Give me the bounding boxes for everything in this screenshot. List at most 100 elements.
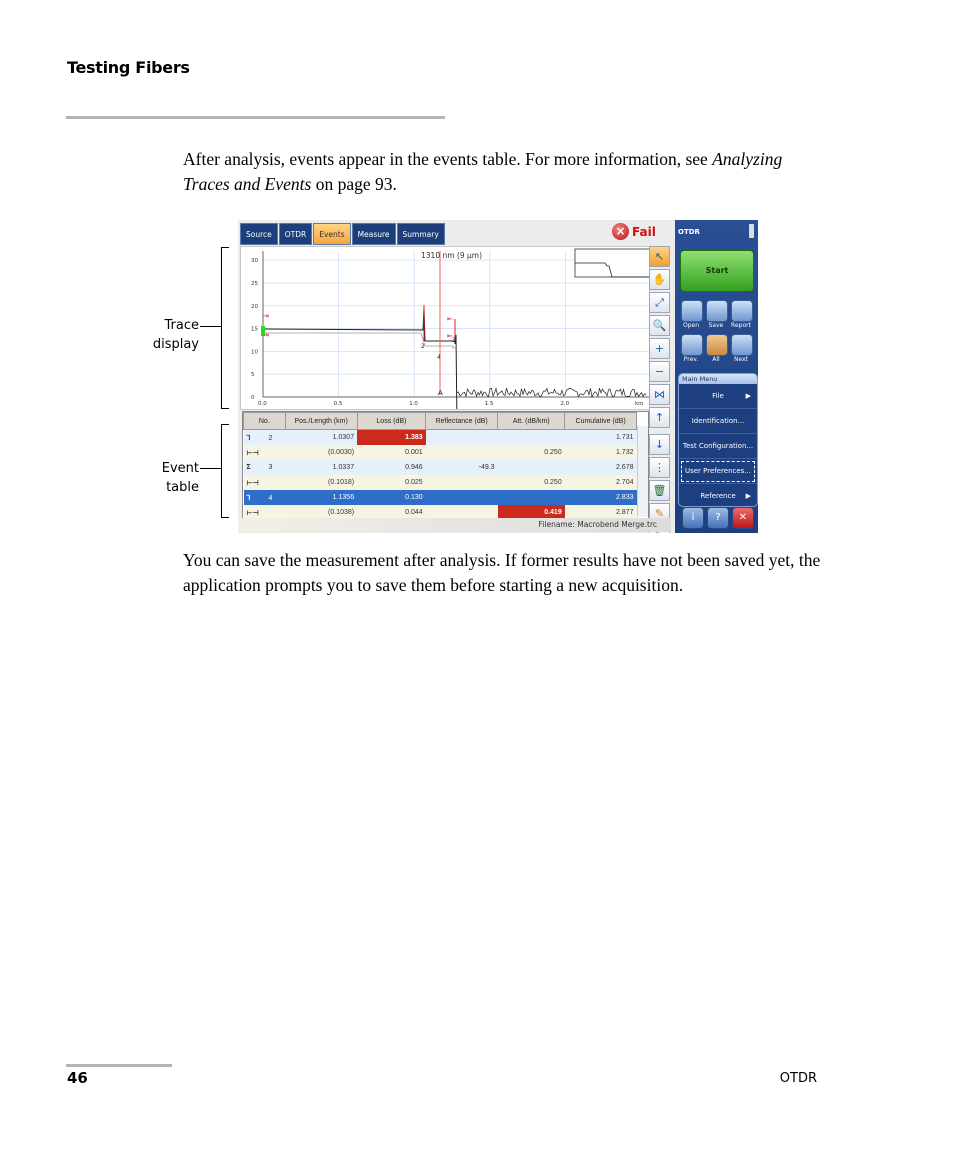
footer-doc-title: OTDR xyxy=(779,1071,817,1086)
table-row[interactable]: ⊢⊣ (0.1018) 0.025 0.250 2.704 xyxy=(243,475,637,490)
cell-no: ⅂ 4 xyxy=(243,490,286,505)
report-label: Report xyxy=(731,322,751,329)
tab-measure[interactable]: Measure xyxy=(351,223,396,245)
menu-item-user-preferences[interactable]: User Preferences... xyxy=(679,459,757,484)
delete-event-tool-icon[interactable]: 🗑 xyxy=(649,480,670,501)
y-tick-label: 25 xyxy=(251,281,258,287)
cell-att xyxy=(497,429,565,445)
tab-summary[interactable]: Summary xyxy=(396,223,445,245)
battery-icon xyxy=(749,224,754,238)
callout-trace-display: Trace display xyxy=(140,316,199,354)
zoom-in-tool-icon[interactable]: + xyxy=(649,338,670,359)
insert-event-tool-icon[interactable]: ⋮ xyxy=(649,457,670,478)
y-tick-label: 10 xyxy=(251,349,258,355)
submenu-arrow-icon: ▶ xyxy=(745,392,751,400)
x-tick-label: 0.0 xyxy=(258,401,267,407)
header-rule xyxy=(66,116,445,119)
otdr-screenshot: Source OTDR Events Measure Summary × Fai… xyxy=(238,220,758,533)
tab-source[interactable]: Source xyxy=(240,223,278,245)
table-row[interactable]: ⅂ 2 1.0307 1.383 1.731 xyxy=(243,429,637,445)
help-icon[interactable]: ? xyxy=(707,507,729,529)
cell-loss: 1.383 xyxy=(357,429,426,445)
cell-reflectance: -49.3 xyxy=(425,460,498,475)
tab-otdr[interactable]: OTDR xyxy=(278,223,313,245)
main-menu: Main Menu File ▶ Identification... Test C… xyxy=(678,373,758,507)
menu-item-label: File xyxy=(712,392,724,400)
col-no[interactable]: No. xyxy=(243,412,286,430)
scroll-up-tool-icon[interactable]: ↑ xyxy=(649,407,670,428)
scroll-down-tool-icon[interactable]: ↓ xyxy=(649,434,670,455)
y-tick-label: 0 xyxy=(251,395,255,401)
non-reflective-icon: ⅂ xyxy=(246,434,251,442)
col-loss[interactable]: Loss (dB) xyxy=(356,412,427,430)
zoom-fit-tool-icon[interactable]: ⤢ xyxy=(649,292,670,313)
table-row[interactable]: Σ 3 1.0337 0.946 -49.3 2.678 xyxy=(243,460,637,475)
marker-a-label: A xyxy=(438,389,443,397)
exit-icon[interactable]: ✕ xyxy=(732,507,754,529)
cell-loss: 0.130 xyxy=(357,490,426,505)
span-start-marker-icon[interactable]: ⇥ xyxy=(263,331,269,339)
event-number: 2 xyxy=(268,434,273,442)
callout-text: table xyxy=(166,480,199,495)
trace-display[interactable]: 0.0 0.5 1.0 1.5 2.0 km 0 5 10 15 20 25 30 1310 nm (9… xyxy=(240,246,650,410)
pointer-tool-icon[interactable]: ↖ xyxy=(649,246,670,267)
cell-cumulative: 1.731 xyxy=(564,429,637,445)
callout-text: Trace xyxy=(164,318,200,333)
cell-pos: (0.1018) xyxy=(285,475,358,490)
y-tick-label: 30 xyxy=(251,258,258,264)
cell-pos: 1.0337 xyxy=(285,460,358,475)
next-trace-button[interactable] xyxy=(731,334,753,356)
menu-item-reference[interactable]: Reference ▶ xyxy=(679,484,757,508)
tab-events[interactable]: Events xyxy=(313,223,351,245)
cell-att xyxy=(497,460,565,475)
col-pos[interactable]: Pos./Length (km) xyxy=(284,412,358,430)
span-icon: ⊢⊣ xyxy=(246,479,259,487)
all-traces-button[interactable] xyxy=(706,334,728,356)
x-tick-label: 2.0 xyxy=(560,401,569,407)
zoom-out-tool-icon[interactable]: − xyxy=(649,361,670,382)
cell-reflectance xyxy=(425,445,498,460)
pan-tool-icon[interactable]: ✋ xyxy=(649,269,670,290)
table-row[interactable]: ⅂ 4 1.1356 0.130 2.833 xyxy=(243,490,637,505)
col-att[interactable]: Att. (dB/km) xyxy=(497,412,566,430)
open-button[interactable] xyxy=(681,300,703,322)
cell-reflectance xyxy=(425,429,498,445)
prev-trace-button[interactable] xyxy=(681,334,703,356)
trace-line xyxy=(262,306,458,409)
span-end-marker-icon[interactable]: ⇤ xyxy=(447,315,453,323)
merged-event-icon: Σ xyxy=(246,464,251,471)
table-row[interactable]: ⊢⊣ (0.0030) 0.001 0.250 1.732 xyxy=(243,445,637,460)
cell-pos: (0.0030) xyxy=(285,445,358,460)
cell-no: ⊢⊣ xyxy=(243,475,286,490)
col-reflectance[interactable]: Reflectance (dB) xyxy=(425,412,499,430)
full-view-tool-icon[interactable]: ⋈ xyxy=(649,384,670,405)
footer-rule xyxy=(66,1064,172,1067)
save-button[interactable] xyxy=(706,300,728,322)
menu-item-identification[interactable]: Identification... xyxy=(679,409,757,434)
info-icon[interactable]: i xyxy=(682,507,704,529)
y-tick-label: 20 xyxy=(251,304,258,310)
x-tick-label: 0.5 xyxy=(334,401,343,407)
panel-title: OTDR xyxy=(678,228,700,236)
cell-att: 0.250 xyxy=(497,475,565,490)
menu-item-file[interactable]: File ▶ xyxy=(679,384,757,409)
zoom-area-tool-icon[interactable]: 🔍 xyxy=(649,315,670,336)
y-tick-label: 5 xyxy=(251,372,255,378)
fail-x-icon: × xyxy=(612,223,629,240)
col-cumulative[interactable]: Cumulative (dB) xyxy=(564,412,637,430)
cell-loss: 0.025 xyxy=(357,475,426,490)
trace-graph[interactable]: 0.0 0.5 1.0 1.5 2.0 km 0 5 10 15 20 25 30 1310 nm (9… xyxy=(241,247,649,409)
status-badge: × Fail xyxy=(612,223,656,240)
menu-item-test-configuration[interactable]: Test Configuration... xyxy=(679,434,757,459)
x-tick-label: 1.0 xyxy=(409,401,418,407)
cell-no: Σ3 xyxy=(243,460,286,475)
callout-event-table: Event table xyxy=(140,459,199,497)
callout-bracket xyxy=(221,247,229,409)
report-button[interactable] xyxy=(731,300,753,322)
next-label: Next xyxy=(734,356,748,363)
span-end-marker-icon[interactable]: ⇤ xyxy=(447,332,453,340)
table-scrollbar[interactable] xyxy=(637,426,648,517)
span-start-marker-icon[interactable]: ⇥ xyxy=(263,312,269,320)
start-button[interactable]: Start xyxy=(680,250,754,292)
cell-pos: 1.1356 xyxy=(285,490,358,505)
